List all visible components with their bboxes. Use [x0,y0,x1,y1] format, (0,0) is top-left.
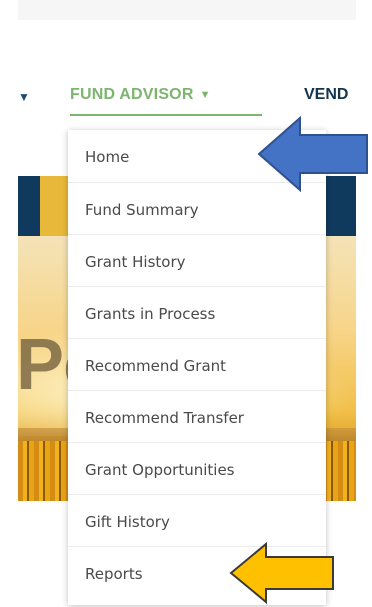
menu-item-grant-opportunities[interactable]: Grant Opportunities [68,442,326,494]
hero-navy-block [18,176,40,236]
menu-item-label[interactable]: Grant History [85,253,186,271]
chevron-down-icon[interactable]: ▼ [18,90,30,104]
chevron-down-icon[interactable]: ▼ [200,89,211,101]
menu-item-gift-history[interactable]: Gift History [68,494,326,546]
menu-item-label[interactable]: Fund Summary [85,201,199,219]
gold-arrow-icon [229,541,334,605]
nav-fund-advisor[interactable]: FUND ADVISOR ▼ [70,86,210,104]
menu-item-label[interactable]: Recommend Transfer [85,409,244,427]
menu-item-label[interactable]: Gift History [85,513,170,531]
menu-item-label[interactable]: Grants in Process [85,305,215,323]
menu-item-grant-history[interactable]: Grant History [68,234,326,286]
menu-item-label[interactable]: Home [85,148,129,166]
fund-advisor-dropdown: Home Fund Summary Grant History Grants i… [68,130,326,605]
menu-item-grants-in-process[interactable]: Grants in Process [68,286,326,338]
nav-fund-advisor-label[interactable]: FUND ADVISOR [70,86,194,104]
header-strip [18,0,356,20]
menu-item-label[interactable]: Grant Opportunities [85,461,235,479]
main-nav: ▼ FUND ADVISOR ▼ VEND [0,80,372,116]
gold-arrow-shape [229,541,334,605]
menu-item-recommend-grant[interactable]: Recommend Grant [68,338,326,390]
active-nav-underline [70,114,262,116]
hero-gold-block [40,176,68,236]
nav-vendor[interactable]: VEND [304,86,356,104]
blue-arrow-icon [257,115,368,193]
menu-item-label[interactable]: Reports [85,565,143,583]
menu-item-recommend-transfer[interactable]: Recommend Transfer [68,390,326,442]
blue-arrow-shape [257,115,368,193]
menu-item-label[interactable]: Recommend Grant [85,357,226,375]
